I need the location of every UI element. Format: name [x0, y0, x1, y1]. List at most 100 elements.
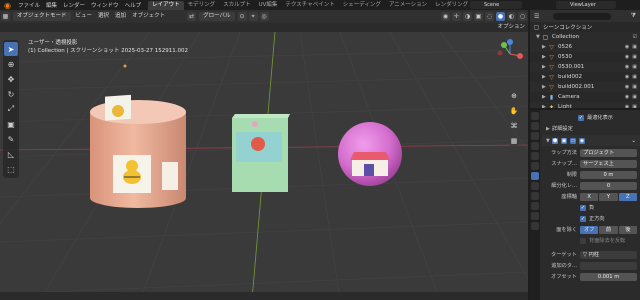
menu-render[interactable]: レンダー — [60, 1, 88, 9]
always-show-row[interactable]: ✓ 最適化表示 — [542, 112, 640, 123]
move-tool-icon[interactable]: ✥ — [4, 72, 18, 86]
cursor-tool-icon[interactable]: ⊕ — [4, 57, 18, 71]
snap-icon[interactable]: ⌖ — [248, 12, 258, 21]
render-camera-icon[interactable]: ▣ — [632, 74, 637, 80]
annotate-tool-icon[interactable]: ✎ — [4, 132, 18, 146]
render-camera-icon[interactable]: ▣ — [632, 44, 637, 50]
menu-object[interactable]: オブジェクト — [129, 12, 168, 21]
tab-animation[interactable]: アニメーション — [385, 1, 431, 10]
snap-mode-dropdown[interactable]: サーフェス上 — [580, 159, 637, 168]
data-tab-icon[interactable] — [531, 212, 539, 220]
limit-field[interactable]: 0 m — [580, 170, 637, 179]
cylinder-object[interactable] — [90, 94, 186, 208]
tab-layout[interactable]: レイアウト — [148, 0, 184, 10]
navigation-gizmo[interactable] — [497, 39, 523, 67]
particles-tab-icon[interactable] — [531, 182, 539, 190]
visibility-eye-icon[interactable]: ◉ — [625, 104, 629, 108]
tab-uv-editing[interactable]: UV編集 — [255, 1, 282, 10]
select-tool-icon[interactable]: ➤ — [4, 42, 18, 56]
outliner-search-input[interactable] — [553, 12, 612, 20]
gizmo-icon[interactable]: ✛ — [452, 12, 461, 21]
tool-tab-icon[interactable] — [531, 112, 539, 120]
axis-y-toggle[interactable]: Y — [599, 192, 618, 201]
editor-type-icon[interactable]: ▦ — [1, 12, 10, 21]
shading-rendered-icon[interactable]: ○ — [518, 12, 527, 21]
subdiv-field[interactable]: 0 — [580, 181, 637, 190]
render-toggle-icon[interactable]: ◉ — [579, 137, 585, 144]
outliner-editor-icon[interactable]: ☰ — [534, 13, 539, 20]
proportional-edit-icon[interactable]: ◎ — [259, 12, 269, 21]
visibility-eye-icon[interactable]: ◉ — [625, 54, 629, 60]
menu-edit[interactable]: 編集 — [43, 1, 60, 9]
visibility-eye-icon[interactable]: ◉ — [625, 94, 629, 100]
aux-target-field[interactable] — [580, 261, 637, 270]
output-tab-icon[interactable] — [531, 132, 539, 140]
offset-field[interactable]: 0.001 m — [580, 272, 637, 281]
outliner-item[interactable]: ▶ ▽ 0530 ◉ ▣ — [530, 52, 640, 62]
pan-hand-icon[interactable]: ✋ — [508, 105, 520, 117]
xray-icon[interactable]: ▣ — [474, 12, 483, 21]
orientation-icon[interactable]: ⇄ — [187, 12, 197, 21]
render-camera-icon[interactable]: ▣ — [632, 84, 637, 90]
menu-file[interactable]: ファイル — [15, 1, 43, 9]
scene-collection-row[interactable]: ▢ シーンコレクション — [530, 22, 640, 32]
negative-checkbox[interactable]: ✓ — [580, 204, 586, 211]
tab-shading[interactable]: シェーディング — [339, 1, 385, 10]
mode-dropdown[interactable]: オブジェクトモード — [13, 12, 71, 21]
menu-window[interactable]: ウィンドウ — [88, 1, 122, 9]
tab-sculpt[interactable]: スカルプト — [219, 1, 255, 10]
object-tab-icon[interactable] — [531, 162, 539, 170]
cull-back-toggle[interactable]: 後 — [618, 225, 637, 234]
menu-help[interactable]: ヘルプ — [122, 1, 145, 9]
negative-row[interactable]: ✓ 負 — [542, 202, 640, 213]
cull-off-toggle[interactable]: オフ — [580, 225, 599, 234]
visibility-eye-icon[interactable]: ◉ — [625, 74, 629, 80]
world-tab-icon[interactable] — [531, 152, 539, 160]
advanced-row[interactable]: ▶ 詳細設定 — [542, 123, 640, 134]
render-tab-icon[interactable] — [531, 122, 539, 130]
tab-rendering[interactable]: レンダリング — [431, 1, 472, 10]
options-button[interactable]: オプション — [494, 23, 528, 32]
menu-select[interactable]: 選択 — [95, 12, 112, 21]
modifier-dropdown-icon[interactable]: ⌄ — [631, 138, 636, 144]
visibility-eye-icon[interactable]: ◉ — [625, 44, 629, 50]
camera-view-icon[interactable]: ⌘ — [508, 120, 520, 132]
filter-icon[interactable]: ⧩ — [631, 12, 636, 20]
scene-selector[interactable]: Scene — [470, 1, 522, 9]
transform-orientation-dropdown[interactable]: グローバル — [199, 12, 235, 21]
positive-row[interactable]: ✓ 正方向 — [542, 213, 640, 224]
cube-object[interactable] — [232, 114, 290, 192]
shrinkwrap-modifier-header[interactable]: ▼ ⬢ ▣ ▭ ◉ ⌄ — [542, 135, 640, 146]
menu-view[interactable]: ビュー — [73, 12, 96, 21]
invert-cull-checkbox[interactable] — [580, 237, 586, 244]
checkbox-icon[interactable]: ☑ — [633, 34, 637, 40]
view-layer-selector[interactable]: ViewLayer — [556, 1, 616, 9]
always-show-checkbox[interactable]: ✓ — [578, 114, 584, 121]
collection-row[interactable]: ▼ ▢ Collection ☑ — [530, 32, 640, 42]
shading-wireframe-icon[interactable]: ◌ — [485, 12, 494, 21]
rotate-tool-icon[interactable]: ↻ — [4, 87, 18, 101]
menu-add[interactable]: 追加 — [112, 12, 129, 21]
visibility-icon[interactable]: ◉ — [441, 12, 450, 21]
outliner-item[interactable]: ▶ ▽ build002.001 ◉ ▣ — [530, 82, 640, 92]
render-camera-icon[interactable]: ▣ — [632, 94, 637, 100]
outliner-item[interactable]: ▶ ▽ 0530.001 ◉ ▣ — [530, 62, 640, 72]
pivot-icon[interactable]: ⊙ — [237, 12, 247, 21]
shading-solid-icon[interactable]: ● — [496, 12, 505, 21]
target-field[interactable]: ▽ 円柱 — [580, 250, 637, 259]
sphere-object[interactable] — [338, 122, 402, 186]
blender-logo-icon[interactable]: ◉ — [3, 1, 12, 10]
axis-z-toggle[interactable]: Z — [618, 192, 637, 201]
visibility-eye-icon[interactable]: ◉ — [625, 84, 629, 90]
scene-tab-icon[interactable] — [531, 142, 539, 150]
measure-tool-icon[interactable]: ◺ — [4, 147, 18, 161]
tab-modeling[interactable]: モデリング — [184, 1, 220, 10]
shading-material-icon[interactable]: ◐ — [507, 12, 516, 21]
outliner-item[interactable]: ▶ ✦ Light ◉ ▣ — [530, 102, 640, 108]
light-object[interactable] — [123, 64, 127, 68]
physics-tab-icon[interactable] — [531, 192, 539, 200]
outliner-item[interactable]: ▶ ▮ Camera ◉ ▣ — [530, 92, 640, 102]
wrap-method-dropdown[interactable]: プロジェクト — [580, 148, 637, 157]
modifier-tab-icon[interactable] — [531, 172, 539, 180]
positive-checkbox[interactable]: ✓ — [580, 215, 586, 222]
